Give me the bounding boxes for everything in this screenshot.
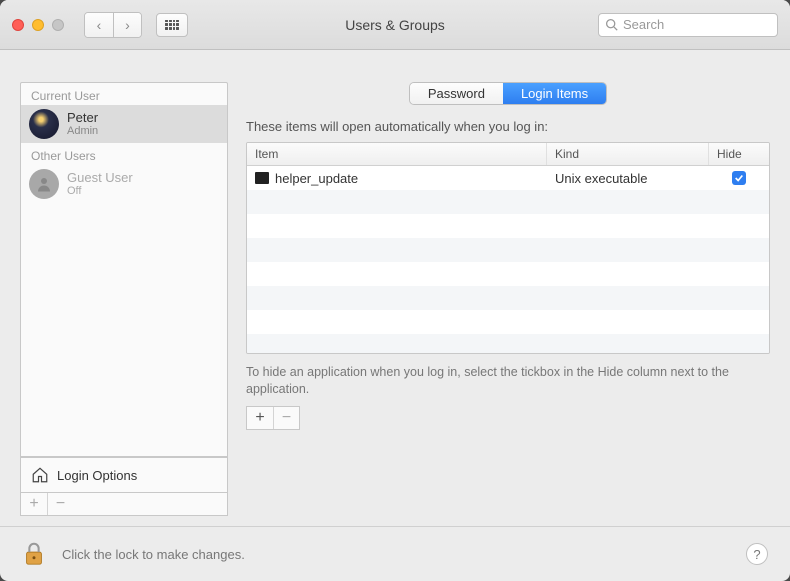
nav-group: ‹ › bbox=[84, 12, 142, 38]
help-icon: ? bbox=[753, 547, 760, 562]
search-icon bbox=[605, 18, 618, 31]
titlebar: ‹ › Users & Groups Search bbox=[0, 0, 790, 50]
user-list: Current User Peter Admin Other Users Gue… bbox=[20, 82, 228, 457]
table-row bbox=[247, 286, 769, 310]
table-row bbox=[247, 238, 769, 262]
add-user-button[interactable]: + bbox=[21, 493, 47, 515]
grid-icon bbox=[165, 20, 179, 30]
login-items-table: Item Kind Hide helper_update Unix execut… bbox=[246, 142, 770, 354]
table-row bbox=[247, 262, 769, 286]
forward-button[interactable]: › bbox=[113, 13, 141, 37]
tab-password[interactable]: Password bbox=[410, 83, 503, 104]
table-row bbox=[247, 214, 769, 238]
sidebar: Current User Peter Admin Other Users Gue… bbox=[20, 82, 228, 516]
login-options[interactable]: Login Options bbox=[20, 457, 228, 492]
add-item-button[interactable]: + bbox=[247, 407, 273, 429]
executable-icon bbox=[255, 172, 269, 184]
house-icon bbox=[31, 466, 49, 484]
item-add-remove: + − bbox=[246, 406, 300, 430]
user-item-current[interactable]: Peter Admin bbox=[21, 105, 227, 143]
plus-icon: + bbox=[29, 495, 38, 513]
table-row bbox=[247, 310, 769, 334]
minimize-icon[interactable] bbox=[32, 19, 44, 31]
col-hide[interactable]: Hide bbox=[709, 143, 769, 165]
cell-kind: Unix executable bbox=[547, 171, 709, 186]
cell-hide bbox=[709, 171, 769, 185]
avatar bbox=[29, 169, 59, 199]
preferences-window: ‹ › Users & Groups Search Current User P… bbox=[0, 0, 790, 581]
hide-checkbox[interactable] bbox=[732, 171, 746, 185]
search-input[interactable]: Search bbox=[598, 13, 778, 37]
person-icon bbox=[35, 175, 53, 193]
remove-item-button[interactable]: − bbox=[273, 407, 299, 429]
col-item[interactable]: Item bbox=[247, 143, 547, 165]
show-all-button[interactable] bbox=[156, 13, 188, 37]
table-row bbox=[247, 334, 769, 354]
user-name: Guest User bbox=[67, 171, 133, 185]
cell-item: helper_update bbox=[247, 171, 547, 186]
table-row bbox=[247, 190, 769, 214]
avatar bbox=[29, 109, 59, 139]
tab-login-items[interactable]: Login Items bbox=[503, 83, 606, 104]
minus-icon: − bbox=[282, 409, 291, 427]
body: Current User Peter Admin Other Users Gue… bbox=[0, 50, 790, 526]
check-icon bbox=[734, 173, 744, 183]
traffic-lights bbox=[12, 19, 64, 31]
plus-icon: + bbox=[255, 409, 264, 427]
close-icon[interactable] bbox=[12, 19, 24, 31]
login-items-intro: These items will open automatically when… bbox=[246, 119, 770, 134]
minus-icon: − bbox=[56, 495, 65, 513]
table-row[interactable]: helper_update Unix executable bbox=[247, 166, 769, 190]
footer: Click the lock to make changes. ? bbox=[0, 526, 790, 581]
user-item-guest[interactable]: Guest User Off bbox=[21, 165, 227, 203]
section-other-users: Other Users bbox=[21, 143, 227, 165]
user-status: Off bbox=[67, 185, 133, 197]
chevron-left-icon: ‹ bbox=[97, 17, 102, 33]
lock-text: Click the lock to make changes. bbox=[62, 547, 245, 562]
lock-icon[interactable] bbox=[22, 541, 46, 567]
item-name: helper_update bbox=[275, 171, 358, 186]
search-placeholder: Search bbox=[623, 17, 664, 32]
col-kind[interactable]: Kind bbox=[547, 143, 709, 165]
main: Password Login Items These items will op… bbox=[246, 82, 770, 516]
table-header: Item Kind Hide bbox=[247, 143, 769, 166]
table-body: helper_update Unix executable bbox=[247, 166, 769, 354]
help-button[interactable]: ? bbox=[746, 543, 768, 565]
zoom-icon bbox=[52, 19, 64, 31]
remove-user-button[interactable]: − bbox=[47, 493, 73, 515]
chevron-right-icon: › bbox=[125, 17, 130, 33]
tab-bar: Password Login Items bbox=[409, 82, 607, 105]
hide-hint: To hide an application when you log in, … bbox=[246, 364, 770, 398]
back-button[interactable]: ‹ bbox=[85, 13, 113, 37]
user-name: Peter bbox=[67, 111, 98, 125]
login-options-label: Login Options bbox=[57, 468, 137, 483]
section-current-user: Current User bbox=[21, 83, 227, 105]
user-add-remove: + − bbox=[20, 492, 228, 516]
user-role: Admin bbox=[67, 125, 98, 137]
